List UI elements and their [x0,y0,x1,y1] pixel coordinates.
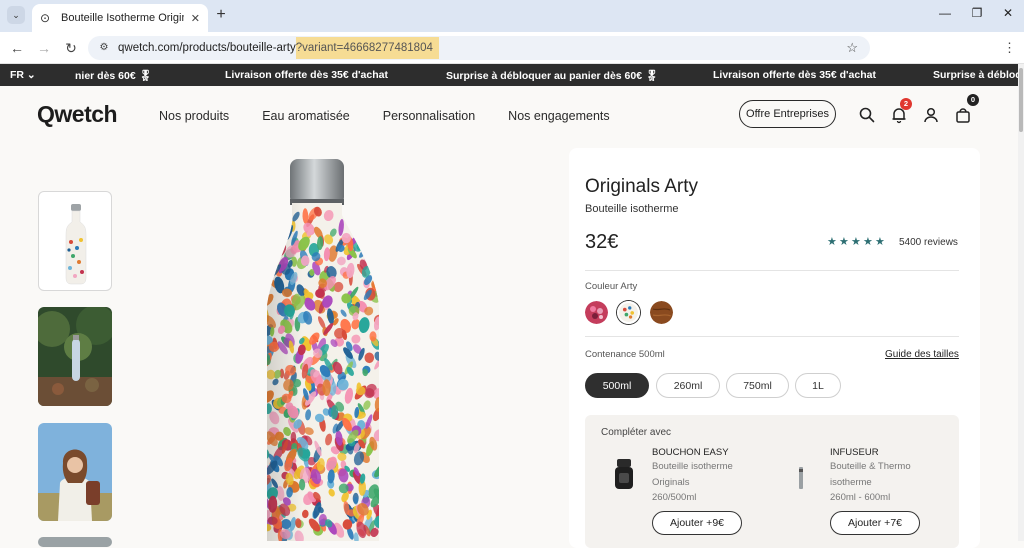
site-logo[interactable]: Qwetch [37,101,118,128]
restore-icon[interactable]: ❐ [967,6,987,20]
announcement-message: Surprise à débloquer au panier dès 60€ 🎖 [446,70,659,82]
upsell-desc-line: 260/500ml [652,492,697,503]
star-icon: ★ [875,236,885,248]
upsell-desc-line: Bouteille isotherme [652,461,733,472]
language-label: FR [10,69,24,81]
site-info-icon[interactable]: ⚙ [96,40,112,56]
divider [585,336,959,337]
browser-tabstrip: ⌄ ⊙ Bouteille Isotherme Originals A ✕ + … [0,0,1024,32]
reload-icon[interactable]: ↻ [62,39,80,57]
announcement-message: Livraison offerte dès 35€ d'achat [713,69,876,81]
gallery-thumb-outdoor[interactable] [38,307,112,406]
forward-icon[interactable]: → [35,39,53,57]
color-swatch-arty[interactable] [617,301,640,324]
url-base: qwetch.com/products/bouteille-arty [118,42,296,54]
announcement-marquee: nier dès 60€ 🎖 Livraison offerte dès 35€… [75,69,1022,82]
announcement-message: nier dès 60€ 🎖 [75,70,152,82]
announcement-message: Livraison offerte dès 35€ d'achat [225,69,388,81]
product-title: Originals Arty [585,176,698,197]
upsell-item-name: BOUCHON EASY [652,447,729,458]
minimize-icon[interactable]: — [935,6,955,20]
upsell-desc-line: Originals [652,476,690,488]
easy-cap-image [615,459,633,489]
product-subtitle: Bouteille isotherme [585,203,679,215]
upsell-section: Compléter avec BOUCHON EASY Bouteille is… [585,415,959,548]
add-easy-cap-button[interactable]: Ajouter +9€ [652,511,742,535]
favicon-icon: ⊙ [40,11,51,25]
new-tab-icon[interactable]: + [212,6,230,24]
tab-search-icon[interactable]: ⌄ [7,6,25,24]
infuser-image [799,467,803,489]
product-price: 32€ [585,231,619,253]
bookmark-star-icon[interactable]: ☆ [846,40,858,56]
site-header: Qwetch Nos produits Eau aromatisée Perso… [0,86,1024,144]
capacity-label: Contenance 500ml [585,349,665,360]
hero-bottle-image [267,159,379,541]
nav-item-engagements[interactable]: Nos engagements [508,109,609,123]
chevron-down-icon: ⌄ [26,69,36,81]
notification-badge: 2 [900,98,912,110]
size-option-500ml[interactable]: 500ml [585,373,649,398]
rating-stars[interactable]: ★ ★ ★ ★ ★ [827,237,886,248]
back-icon[interactable]: ← [8,39,26,57]
browser-menu-icon[interactable]: ⋮ [1003,40,1016,56]
cart-icon[interactable] [954,106,972,124]
address-bar[interactable]: ⚙ qwetch.com/products/bouteille-arty ?var… [88,36,870,60]
divider [585,270,959,271]
browser-toolbar: ← → ↻ ⚙ qwetch.com/products/bouteille-ar… [0,32,1024,64]
gallery-thumb-more[interactable] [38,537,112,547]
bottle-thumbnail-image [65,204,87,285]
upsell-title: Compléter avec [601,427,672,438]
model-photo-image [38,423,112,521]
star-icon: ★ [851,236,861,248]
color-swatch-floral[interactable] [585,301,608,324]
add-infuser-button[interactable]: Ajouter +7€ [830,511,920,535]
upsell-desc-line: 260ml - 600ml [830,492,891,503]
search-icon[interactable] [858,106,876,124]
upsell-desc-line: Bouteille & Thermo [830,461,911,472]
account-icon[interactable] [922,106,940,124]
size-option-1l[interactable]: 1L [795,373,841,398]
main-nav: Nos produits Eau aromatisée Personnalisa… [159,109,610,123]
color-swatch-wood[interactable] [650,301,673,324]
review-count-link[interactable]: 5400 reviews [899,237,958,248]
url-text: qwetch.com/products/bouteille-arty ?varia… [118,36,439,60]
cart-badge: 0 [967,94,979,106]
scrollbar-thumb[interactable] [1019,68,1023,132]
upsell-item-name: INFUSEUR [830,447,879,458]
nav-item-eau-aromatisee[interactable]: Eau aromatisée [262,109,350,123]
tab-close-icon[interactable]: ✕ [191,12,200,25]
upsell-item-desc: Bouteille & Thermo isotherme 260ml - 600… [830,459,930,506]
size-guide-link[interactable]: Guide des tailles [885,349,959,360]
browser-tab[interactable]: ⊙ Bouteille Isotherme Originals A ✕ [32,4,208,32]
star-icon: ★ [839,236,849,248]
gallery-thumb-bottle[interactable] [38,191,112,291]
upsell-desc-line: isotherme [830,476,872,488]
star-icon: ★ [863,236,873,248]
color-label: Couleur Arty [585,281,638,292]
gallery-thumb-model[interactable] [38,423,112,521]
size-option-260ml[interactable]: 260ml [656,373,720,398]
product-panel: Originals Arty Bouteille isotherme 32€ ★… [569,148,980,548]
window-close-icon[interactable]: ✕ [998,6,1018,20]
nav-item-personnalisation[interactable]: Personnalisation [383,109,475,123]
nav-item-produits[interactable]: Nos produits [159,109,229,123]
language-selector[interactable]: FR ⌄ [10,69,36,81]
page-scrollbar[interactable] [1018,64,1024,541]
upsell-item-desc: Bouteille isotherme Originals 260/500ml [652,459,752,506]
announcement-bar: FR ⌄ nier dès 60€ 🎖 Livraison offerte dè… [0,64,1024,86]
outdoor-photo-image [38,307,112,406]
url-query: ?variant=46668277481804 [295,37,439,59]
size-option-750ml[interactable]: 750ml [726,373,789,398]
announcement-message: Surprise à débloq [933,69,1022,81]
enterprise-offer-button[interactable]: Offre Entreprises [739,100,836,128]
star-icon: ★ [827,236,837,248]
tab-title: Bouteille Isotherme Originals A [61,12,184,24]
